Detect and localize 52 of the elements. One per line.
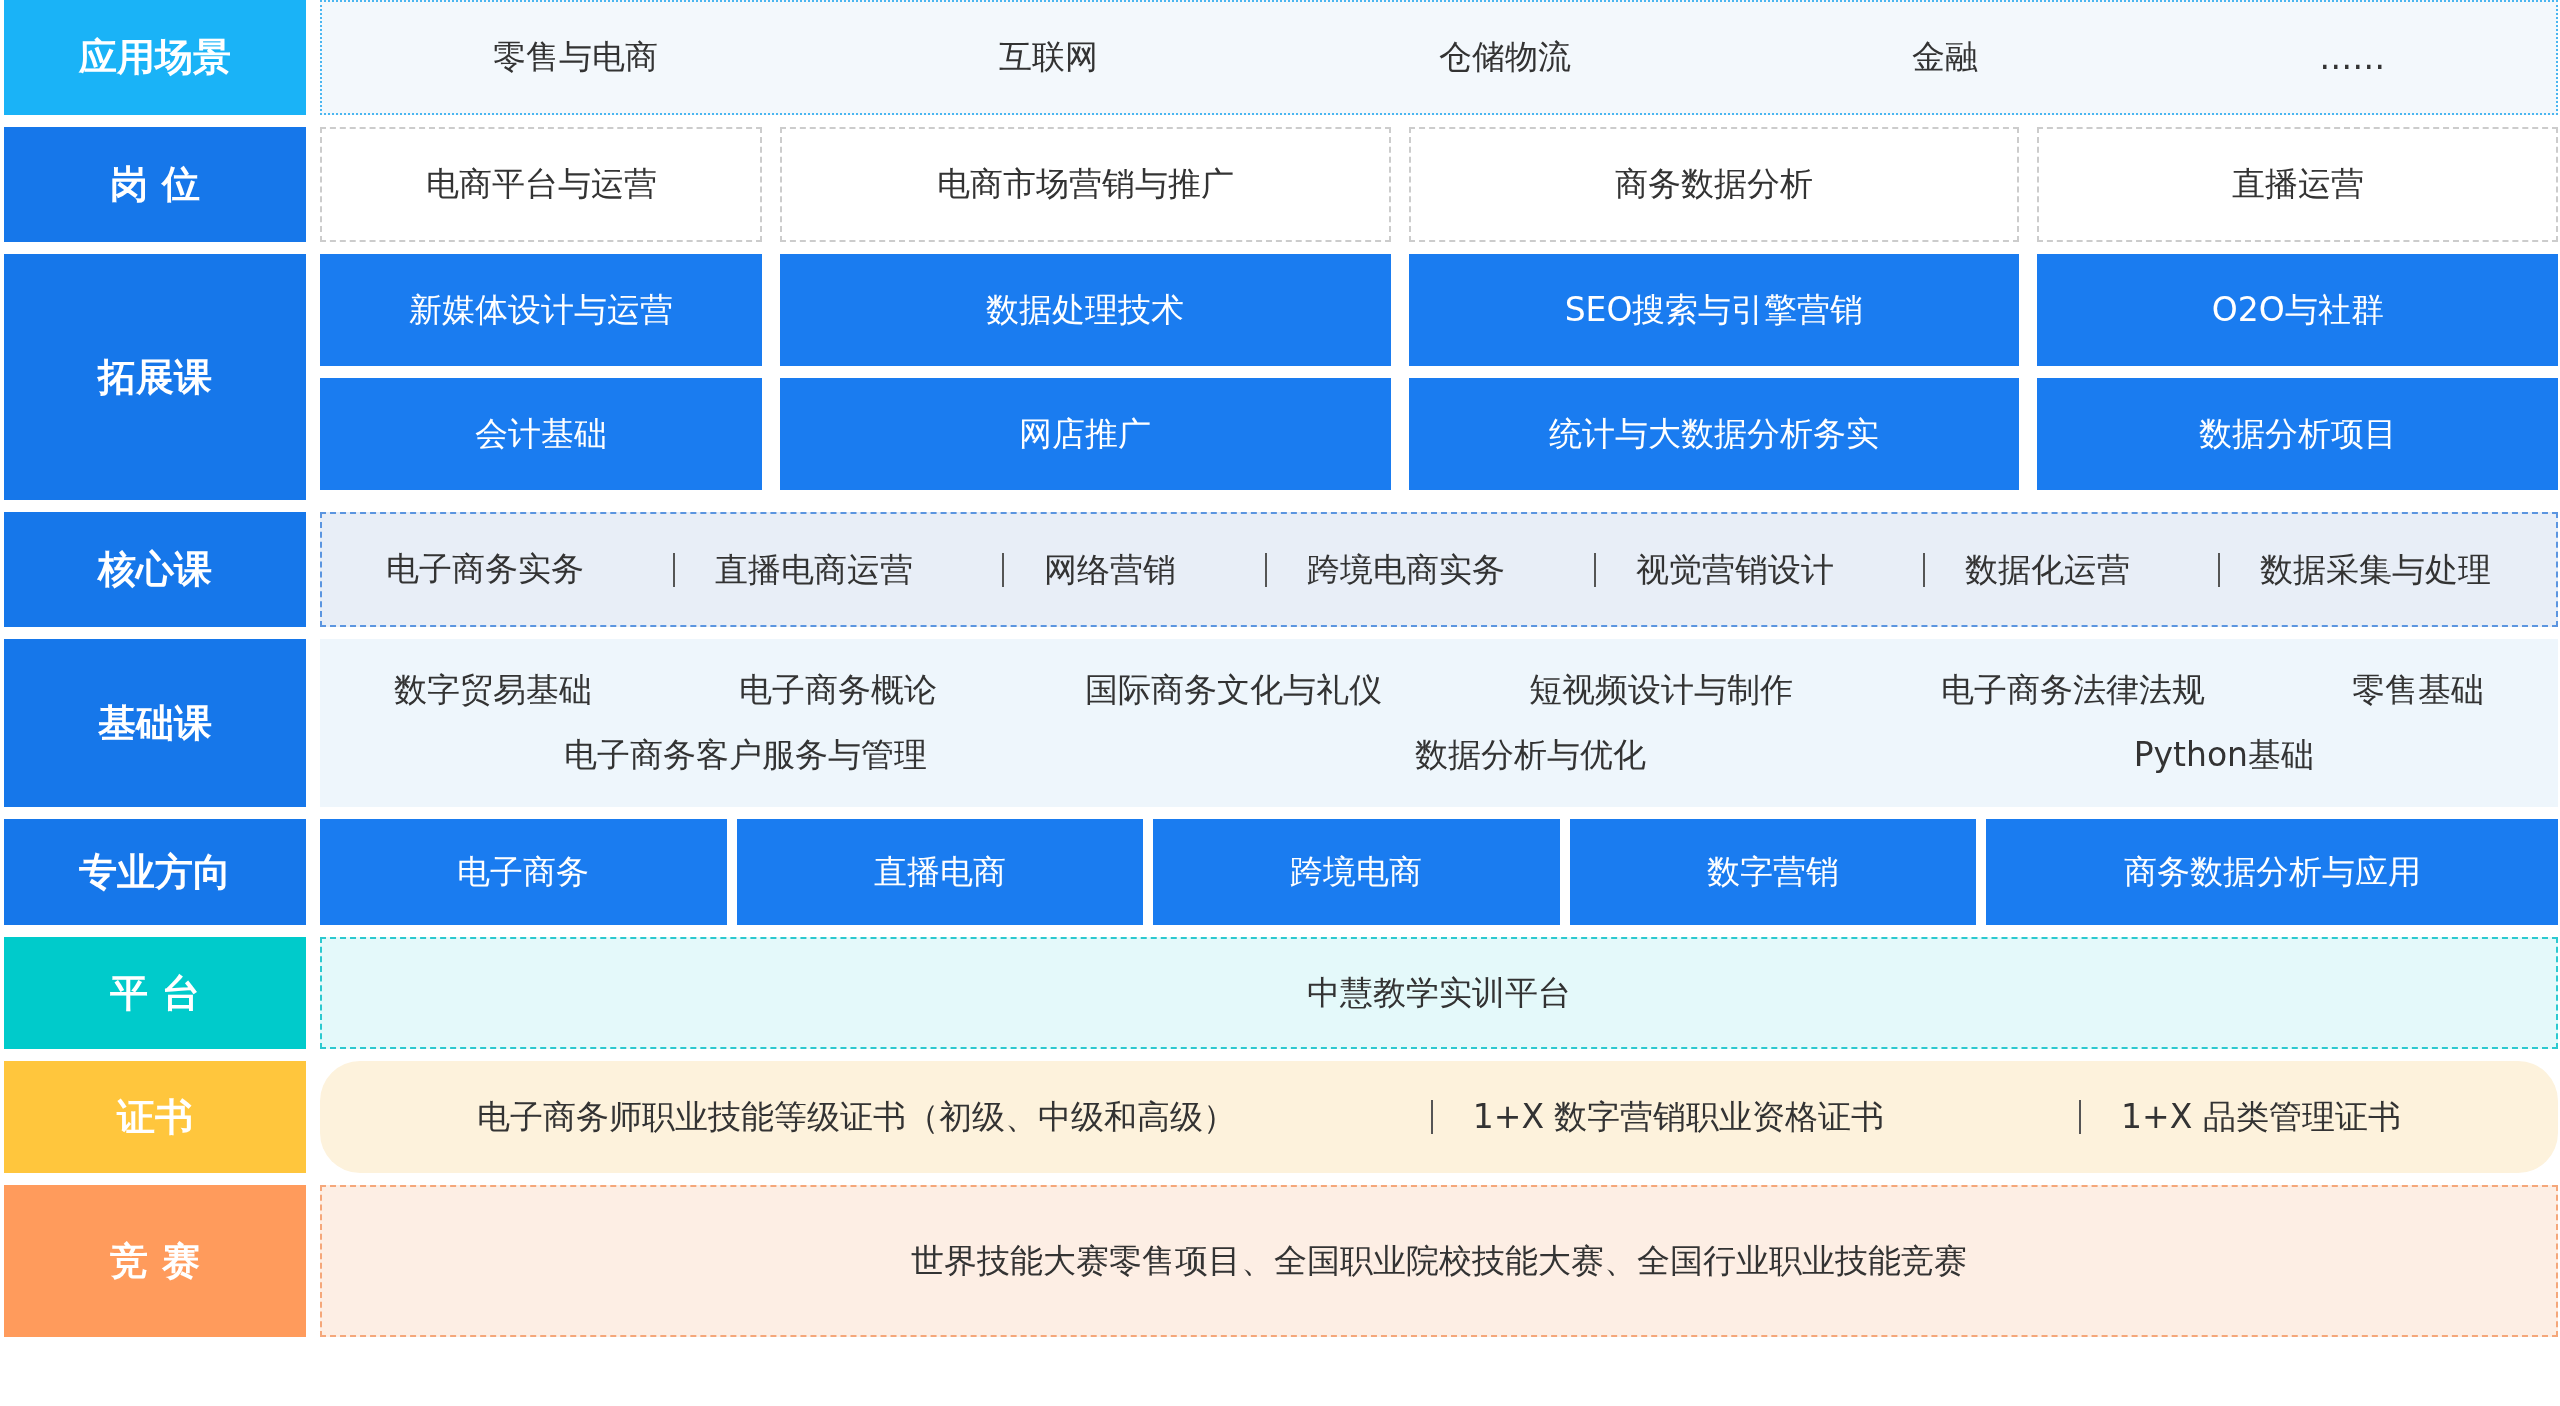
cert-text: 1+X 品类管理证书 (2079, 1100, 2401, 1134)
course-tile: 数据处理技术 (780, 254, 1391, 366)
job-card: 直播运营 (2037, 127, 2558, 242)
course-text: 直播电商运营 (673, 552, 914, 587)
course-text: 跨境电商实务 (1264, 552, 1505, 587)
course-tile: 统计与大数据分析务实 (1408, 378, 2020, 490)
course-text: 国际商务文化与礼仪 (1084, 669, 1382, 711)
course-tile: 新媒体设计与运营 (320, 254, 763, 366)
platform-text: 中慧教学实训平台 (1307, 971, 1571, 1014)
course-text: 电子商务客户服务与管理 (563, 734, 927, 776)
row-label: 平 台 (4, 937, 306, 1049)
course-text: 电子商务概论 (739, 669, 938, 711)
row-label: 基础课 (4, 639, 306, 807)
major-tile: 直播电商 (736, 819, 1144, 925)
scene-text: 仓储物流 (1438, 36, 1571, 78)
course-tile: SEO搜索与引擎营销 (1408, 254, 2020, 366)
row-label: 专业方向 (4, 819, 306, 925)
course-text: 数据采集与处理 (2218, 552, 2492, 587)
course-text: 短视频设计与制作 (1529, 669, 1794, 711)
contest-text: 世界技能大赛零售项目、全国职业院校技能大赛、全国行业职业技能竞赛 (911, 1239, 1967, 1282)
scene-text: 零售与电商 (492, 36, 658, 78)
row-label: 核心课 (4, 512, 306, 627)
major-tile: 电子商务 (320, 819, 727, 925)
row-label: 竞 赛 (4, 1185, 306, 1337)
course-text: 电子商务实务 (386, 548, 585, 590)
major-tile: 商务数据分析与应用 (1986, 819, 2558, 925)
course-text: Python基础 (2133, 734, 2315, 776)
job-card: 商务数据分析 (1408, 127, 2020, 242)
course-text: 数据化运营 (1922, 552, 2130, 587)
course-tile: 网店推广 (780, 378, 1391, 490)
course-text: 网络营销 (1002, 552, 1177, 587)
job-card: 电商平台与运营 (320, 127, 763, 242)
row-label: 证书 (4, 1061, 306, 1173)
row-label: 岗 位 (4, 127, 306, 242)
row-label: 拓展课 (4, 254, 306, 500)
course-tile: 会计基础 (320, 378, 763, 490)
course-text: 电子商务法律法规 (1940, 669, 2205, 711)
course-text: 零售基础 (2352, 669, 2485, 711)
scene-text: …… (2319, 38, 2386, 77)
cert-text: 1+X 数字营销职业资格证书 (1430, 1100, 1885, 1134)
job-card: 电商市场营销与推广 (780, 127, 1391, 242)
course-text: 视觉营销设计 (1593, 552, 1834, 587)
scene-text: 互联网 (998, 36, 1098, 78)
cert-text: 电子商务师职业技能等级证书（初级、中级和高级） (477, 1095, 1237, 1138)
major-tile: 跨境电商 (1153, 819, 1560, 925)
course-tile: O2O与社群 (2037, 254, 2558, 366)
course-text: 数字贸易基础 (393, 669, 592, 711)
scene-text: 金融 (1912, 36, 1979, 78)
course-text: 数据分析与优化 (1414, 734, 1646, 776)
major-tile: 数字营销 (1569, 819, 1977, 925)
course-tile: 数据分析项目 (2037, 378, 2558, 490)
row-label: 应用场景 (4, 0, 306, 115)
